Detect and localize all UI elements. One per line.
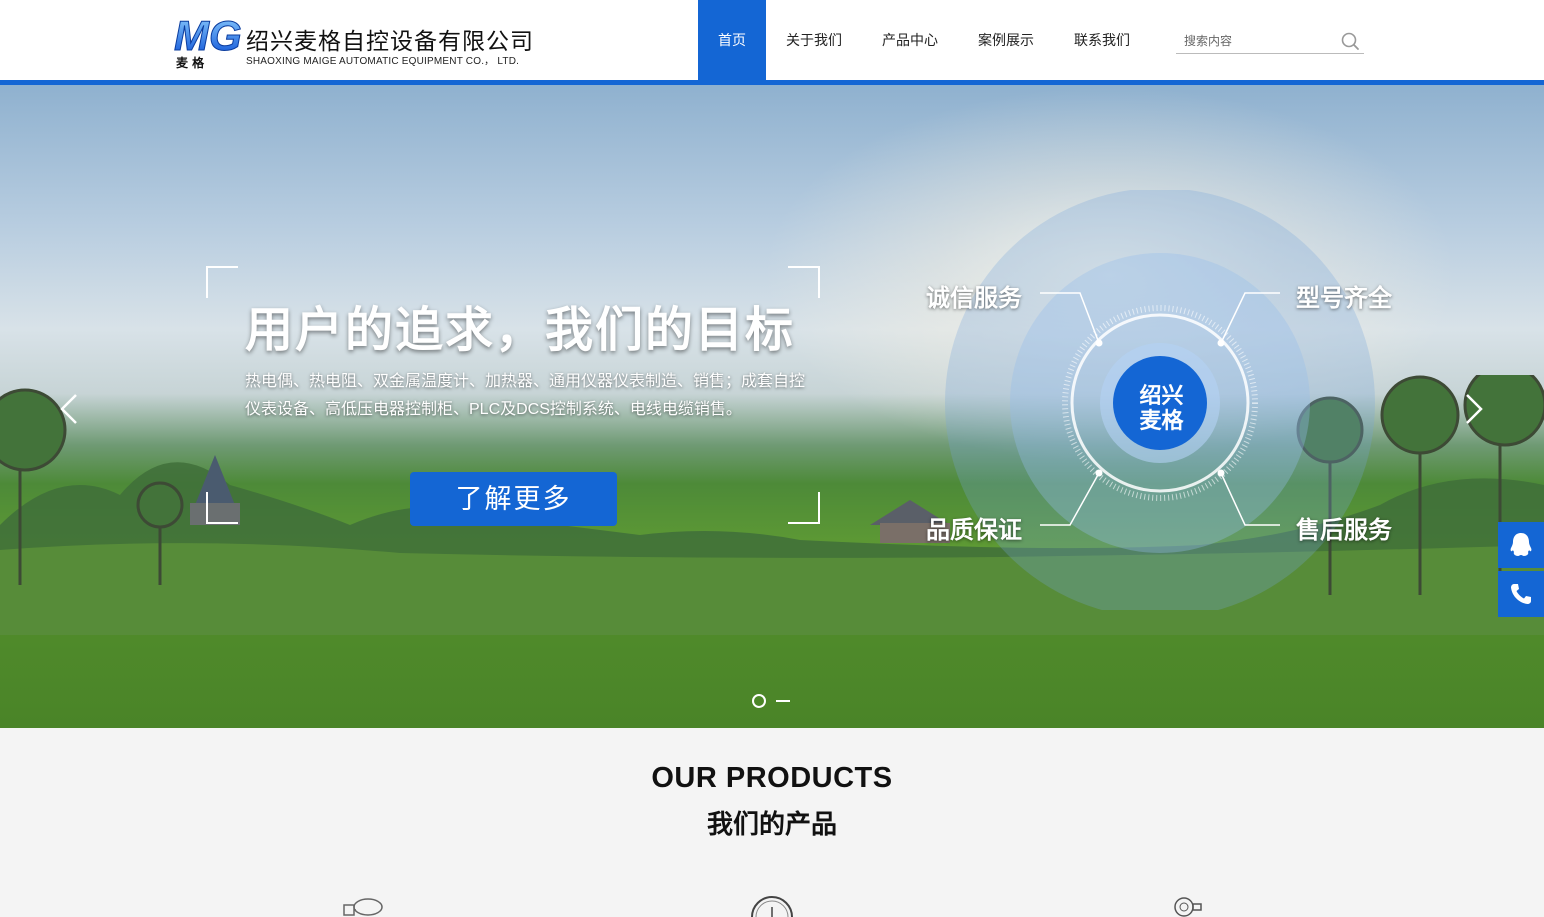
slide-pagination — [752, 694, 790, 708]
chevron-right-icon[interactable] — [1462, 392, 1486, 426]
orbit-label-models: 型号齐全 — [1296, 285, 1392, 312]
product-thumbnail-3[interactable] — [1166, 893, 1210, 917]
orbit-label-integrity: 诚信服务 — [926, 285, 1022, 312]
nav-item-contact[interactable]: 联系我们 — [1054, 0, 1150, 80]
orbit-center-line1: 绍兴 — [1139, 383, 1184, 408]
slide-dot-2[interactable] — [776, 700, 790, 702]
company-logo[interactable]: MG 麦 格 — [172, 6, 244, 72]
product-thumbnail-2[interactable] — [750, 893, 794, 917]
search-icon[interactable] — [1340, 31, 1360, 51]
frame-corner-bottom-left — [206, 492, 238, 524]
frame-corner-top-left — [206, 266, 238, 298]
logo-mark: MG 麦 格 — [174, 12, 243, 71]
chevron-left-icon[interactable] — [57, 392, 81, 426]
learn-more-button[interactable]: 了解更多 — [410, 472, 617, 526]
products-title-cn: 我们的产品 — [706, 809, 837, 839]
slide-dot-1[interactable] — [752, 694, 766, 708]
qq-contact-button[interactable] — [1498, 522, 1544, 568]
orbit-center-label: 绍兴 麦格 — [1114, 383, 1209, 433]
site-header: MG 麦 格 绍兴麦格自控设备有限公司 SHAOXING MAIGE AUTOM… — [0, 0, 1544, 80]
company-name-en: SHAOXING MAIGE AUTOMATIC EQUIPMENT CO.， … — [246, 56, 520, 67]
nav-item-about[interactable]: 关于我们 — [766, 0, 862, 80]
phone-contact-button[interactable] — [1498, 571, 1544, 617]
svg-text:麦 格: 麦 格 — [176, 55, 205, 70]
orbit-center-line2: 麦格 — [1139, 408, 1184, 433]
qq-icon — [1510, 533, 1532, 556]
main-nav: 首页 关于我们 产品中心 案例展示 联系我们 — [698, 0, 1150, 80]
nav-item-cases[interactable]: 案例展示 — [958, 0, 1054, 80]
nav-item-home[interactable]: 首页 — [698, 0, 766, 80]
orbit-label-quality: 品质保证 — [926, 517, 1022, 544]
products-title-en: OUR PRODUCTS — [651, 762, 893, 794]
nav-item-products[interactable]: 产品中心 — [862, 0, 958, 80]
frame-corner-bottom-right — [788, 492, 820, 524]
search-input[interactable] — [1184, 32, 1334, 50]
banner-headline: 用户的追求，我们的目标 — [245, 304, 796, 357]
hero-banner: 用户的追求，我们的目标 热电偶、热电阻、双金属温度计、加热器、通用仪器仪表制造、… — [0, 85, 1544, 728]
svg-text:MG: MG — [174, 12, 242, 59]
orbit-label-after-sales: 售后服务 — [1296, 517, 1392, 544]
product-thumbnail-1[interactable] — [340, 893, 384, 917]
phone-icon — [1511, 584, 1531, 604]
banner-description: 热电偶、热电阻、双金属温度计、加热器、通用仪器仪表制造、销售；成套自控仪表设备、… — [245, 373, 806, 418]
company-name-cn: 绍兴麦格自控设备有限公司 — [246, 29, 534, 55]
search-box — [1176, 29, 1364, 54]
